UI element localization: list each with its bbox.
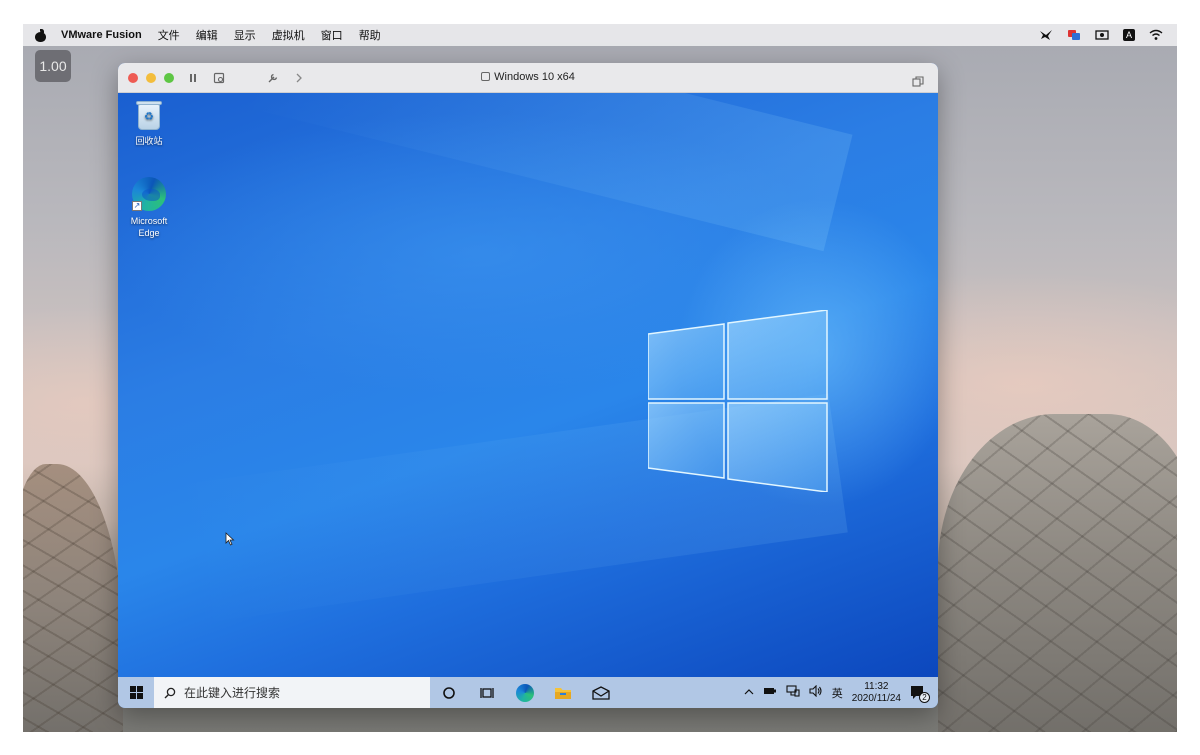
system-tray: 英 11:32 2020/11/24 2 [744,681,938,705]
menu-view[interactable]: 显示 [234,27,256,43]
menu-help[interactable]: 帮助 [359,27,381,43]
mail-icon[interactable] [582,677,620,708]
vm-window: Windows 10 x64 ♻ 回收站 ↗ Microsoft Edge 在此… [118,63,938,708]
desktop-icon-recycle-bin[interactable]: ♻ 回收站 [119,99,179,147]
restore-window-icon[interactable] [912,72,924,87]
cortana-icon[interactable] [430,677,468,708]
status-bar-icons: A [1039,29,1163,41]
minimize-button[interactable] [146,72,156,83]
wifi-icon[interactable] [1149,29,1163,41]
task-view-icon[interactable] [468,677,506,708]
volume-icon[interactable] [809,684,823,700]
search-placeholder: 在此键入进行搜索 [184,686,281,700]
pause-icon[interactable] [186,72,200,84]
fullscreen-button[interactable] [164,72,174,83]
bird-icon[interactable] [1039,29,1053,41]
taskbar-edge-icon[interactable] [506,677,544,708]
mac-desktop: VMware Fusion 文件 编辑 显示 虚拟机 窗口 帮助 A 1.00 [23,24,1177,732]
menu-edit[interactable]: 编辑 [196,27,218,43]
apple-icon[interactable] [35,28,47,42]
windows-desktop: ♻ 回收站 ↗ Microsoft Edge [118,93,938,677]
settings-wrench-icon[interactable] [266,72,280,84]
mac-menu-bar: VMware Fusion 文件 编辑 显示 虚拟机 窗口 帮助 A [23,24,1177,46]
menu-window[interactable]: 窗口 [321,27,343,43]
file-explorer-icon[interactable] [544,677,582,708]
input-method-icon[interactable]: A [1123,29,1135,41]
recycle-bin-label: 回收站 [135,136,163,146]
action-center-icon[interactable]: 2 [910,685,930,703]
battery-icon[interactable] [763,686,777,699]
snapshot-icon[interactable] [212,72,226,84]
chevron-right-icon[interactable] [292,72,306,84]
search-icon [164,687,176,699]
vm-os-icon [481,72,491,81]
language-indicator[interactable]: 英 [832,685,843,701]
vm-title-text: Windows 10 x64 [494,71,575,83]
rock-formation-right [938,414,1177,732]
start-button[interactable] [118,677,154,708]
recycle-bin-icon: ♻ [135,99,163,131]
rock-formation-left [23,464,123,732]
mouse-cursor-icon [225,531,235,550]
windows-start-icon [129,686,143,699]
screen-record-icon[interactable] [1095,29,1109,41]
edge-icon: ↗ [132,177,166,211]
taskbar-search-box[interactable]: 在此键入进行搜索 [154,677,430,708]
clock-date: 2020/11/24 [851,692,901,704]
clock-time: 11:32 [864,680,889,692]
flag-icon[interactable] [1067,29,1081,41]
close-button[interactable] [128,72,138,83]
menu-app-name[interactable]: VMware Fusion [61,29,142,41]
light-beam [241,93,853,252]
shortcut-arrow-icon: ↗ [132,201,142,211]
show-hidden-icons-chevron-icon[interactable] [744,687,754,699]
windows-logo-wallpaper [648,310,828,492]
notification-count-badge: 2 [919,691,930,703]
desktop-icon-edge[interactable]: ↗ Microsoft Edge [119,177,179,239]
menu-virtual-machine[interactable]: 虚拟机 [272,27,305,43]
windows-taskbar: 在此键入进行搜索 英 11:32 2020/11/24 2 [118,677,938,708]
menu-file[interactable]: 文件 [158,27,180,43]
taskbar-clock[interactable]: 11:32 2020/11/24 [852,681,901,705]
vm-title: Windows 10 x64 [118,71,938,83]
edge-label: Microsoft Edge [130,216,168,238]
vm-titlebar[interactable]: Windows 10 x64 [118,63,938,93]
network-icon[interactable] [786,685,800,700]
fps-badge: 1.00 [35,50,71,82]
